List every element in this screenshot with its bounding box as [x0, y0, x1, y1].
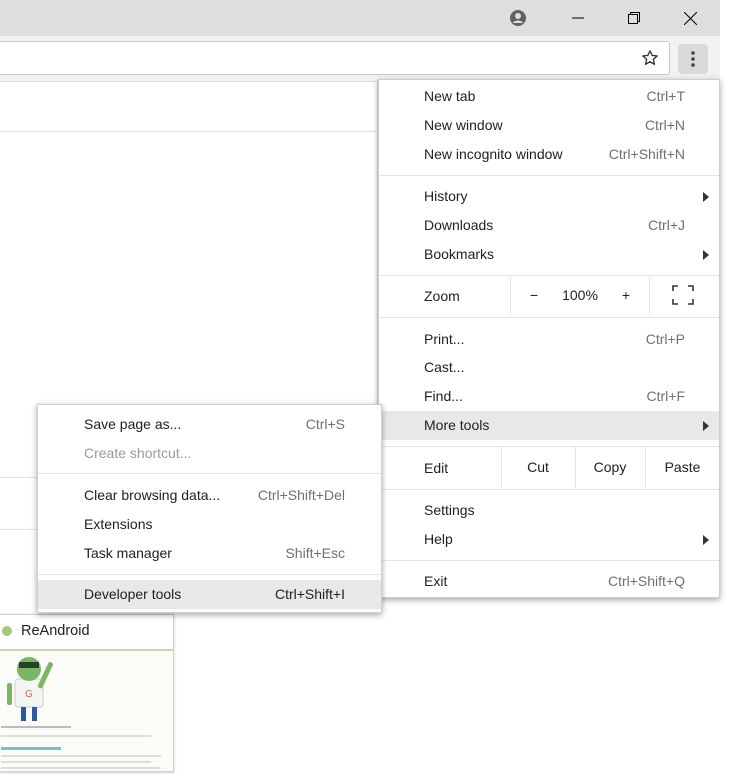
- menu-item-shortcut: Ctrl+Shift+N: [608, 146, 685, 162]
- submenu-item-save-page-as[interactable]: Save page as... Ctrl+S: [38, 410, 381, 439]
- divider: [649, 276, 650, 316]
- kebab-menu-icon[interactable]: [678, 44, 708, 74]
- more-tools-submenu: Save page as... Ctrl+S Create shortcut..…: [37, 404, 382, 613]
- submenu-item-task-manager[interactable]: Task manager Shift+Esc: [38, 539, 381, 568]
- minimize-icon[interactable]: [555, 0, 601, 36]
- menu-separator: [38, 473, 381, 474]
- menu-item-settings[interactable]: Settings: [379, 496, 719, 525]
- menu-item-shortcut: Ctrl+F: [646, 388, 686, 404]
- menu-item-label: Save page as...: [84, 416, 182, 432]
- menu-separator: [379, 175, 719, 176]
- menu-item-label: New tab: [424, 88, 476, 104]
- chevron-right-icon: [703, 535, 709, 545]
- menu-item-print[interactable]: Print... Ctrl+P: [379, 325, 719, 354]
- chevron-right-icon: [703, 250, 709, 260]
- menu-item-shortcut: Ctrl+J: [648, 217, 685, 233]
- tab-thumbnail[interactable]: ReAndroid G: [0, 614, 174, 772]
- chevron-right-icon: [703, 421, 709, 431]
- menu-item-new-tab[interactable]: New tab Ctrl+T: [379, 82, 719, 111]
- submenu-item-extensions[interactable]: Extensions: [38, 510, 381, 539]
- menu-item-label: Task manager: [84, 545, 172, 561]
- menu-item-label: Help: [424, 531, 453, 547]
- submenu-item-clear-browsing-data[interactable]: Clear browsing data... Ctrl+Shift+Del: [38, 481, 381, 510]
- menu-item-history[interactable]: History: [379, 182, 719, 211]
- divider: [0, 131, 378, 132]
- menu-item-zoom: Zoom − 100% +: [379, 276, 719, 316]
- star-icon[interactable]: [641, 49, 659, 70]
- menu-item-downloads[interactable]: Downloads Ctrl+J: [379, 211, 719, 240]
- menu-item-shortcut: Ctrl+S: [305, 416, 345, 432]
- menu-item-label: Settings: [424, 502, 475, 518]
- menu-item-shortcut: Ctrl+Shift+I: [274, 586, 345, 602]
- menu-separator: [38, 574, 381, 575]
- menu-item-label: Developer tools: [84, 586, 182, 602]
- menu-item-edit: Edit Cut Copy Paste: [379, 447, 719, 488]
- menu-item-shortcut: Ctrl+Shift+Del: [257, 487, 345, 503]
- menu-item-exit[interactable]: Exit Ctrl+Shift+Q: [379, 567, 719, 596]
- menu-separator: [379, 489, 719, 490]
- zoom-level: 100%: [562, 287, 598, 303]
- copy-button[interactable]: Copy: [576, 459, 644, 475]
- fullscreen-icon[interactable]: [672, 285, 694, 308]
- menu-item-label: New window: [424, 117, 503, 133]
- chevron-right-icon: [703, 192, 709, 202]
- android-mascot-image: G: [1, 657, 161, 769]
- menu-item-bookmarks[interactable]: Bookmarks: [379, 240, 719, 269]
- svg-text:G: G: [25, 689, 33, 700]
- menu-item-label: Downloads: [424, 217, 494, 233]
- menu-item-shortcut: Ctrl+N: [644, 117, 685, 133]
- restore-icon[interactable]: [611, 0, 657, 36]
- submenu-item-create-shortcut: Create shortcut...: [38, 439, 381, 468]
- menu-separator: [379, 317, 719, 318]
- menu-item-label: Extensions: [84, 516, 153, 532]
- menu-item-label: Bookmarks: [424, 246, 495, 262]
- thumbnail-title: ReAndroid: [21, 623, 90, 639]
- menu-item-label: Edit: [424, 460, 449, 476]
- close-icon[interactable]: [667, 0, 713, 36]
- menu-item-shortcut: Shift+Esc: [285, 545, 345, 561]
- menu-item-more-tools[interactable]: More tools: [379, 411, 719, 440]
- menu-item-label: Clear browsing data...: [84, 487, 221, 503]
- browser-toolbar: [0, 36, 720, 82]
- menu-item-label: Find...: [424, 388, 463, 404]
- menu-item-cast[interactable]: Cast...: [379, 353, 719, 382]
- menu-item-shortcut: Ctrl+Shift+Q: [607, 573, 685, 589]
- paste-button[interactable]: Paste: [646, 459, 719, 475]
- profile-icon[interactable]: [495, 0, 541, 36]
- cut-button[interactable]: Cut: [502, 459, 574, 475]
- menu-item-label: History: [424, 188, 468, 204]
- menu-item-label: Create shortcut...: [84, 445, 192, 461]
- menu-item-new-window[interactable]: New window Ctrl+N: [379, 111, 719, 140]
- zoom-out-button[interactable]: −: [517, 287, 551, 303]
- menu-item-shortcut: Ctrl+T: [646, 88, 686, 104]
- thumbnail-preview: G: [0, 649, 173, 771]
- menu-item-help[interactable]: Help: [379, 525, 719, 554]
- title-bar: [0, 0, 720, 36]
- menu-item-label: Zoom: [424, 288, 460, 304]
- submenu-item-developer-tools[interactable]: Developer tools Ctrl+Shift+I: [38, 580, 381, 609]
- menu-item-label: More tools: [424, 417, 490, 433]
- menu-item-find[interactable]: Find... Ctrl+F: [379, 382, 719, 411]
- menu-item-label: New incognito window: [424, 146, 563, 162]
- favicon-icon: [1, 624, 13, 638]
- menu-item-label: Cast...: [424, 359, 465, 375]
- menu-item-new-incognito-window[interactable]: New incognito window Ctrl+Shift+N: [379, 140, 719, 169]
- address-bar[interactable]: [0, 41, 670, 75]
- menu-separator: [379, 560, 719, 561]
- menu-item-label: Exit: [424, 573, 448, 589]
- zoom-in-button[interactable]: +: [609, 287, 643, 303]
- chrome-main-menu: New tab Ctrl+T New window Ctrl+N New inc…: [378, 79, 720, 598]
- menu-item-shortcut: Ctrl+P: [645, 331, 685, 347]
- divider: [510, 276, 511, 316]
- menu-item-label: Print...: [424, 331, 465, 347]
